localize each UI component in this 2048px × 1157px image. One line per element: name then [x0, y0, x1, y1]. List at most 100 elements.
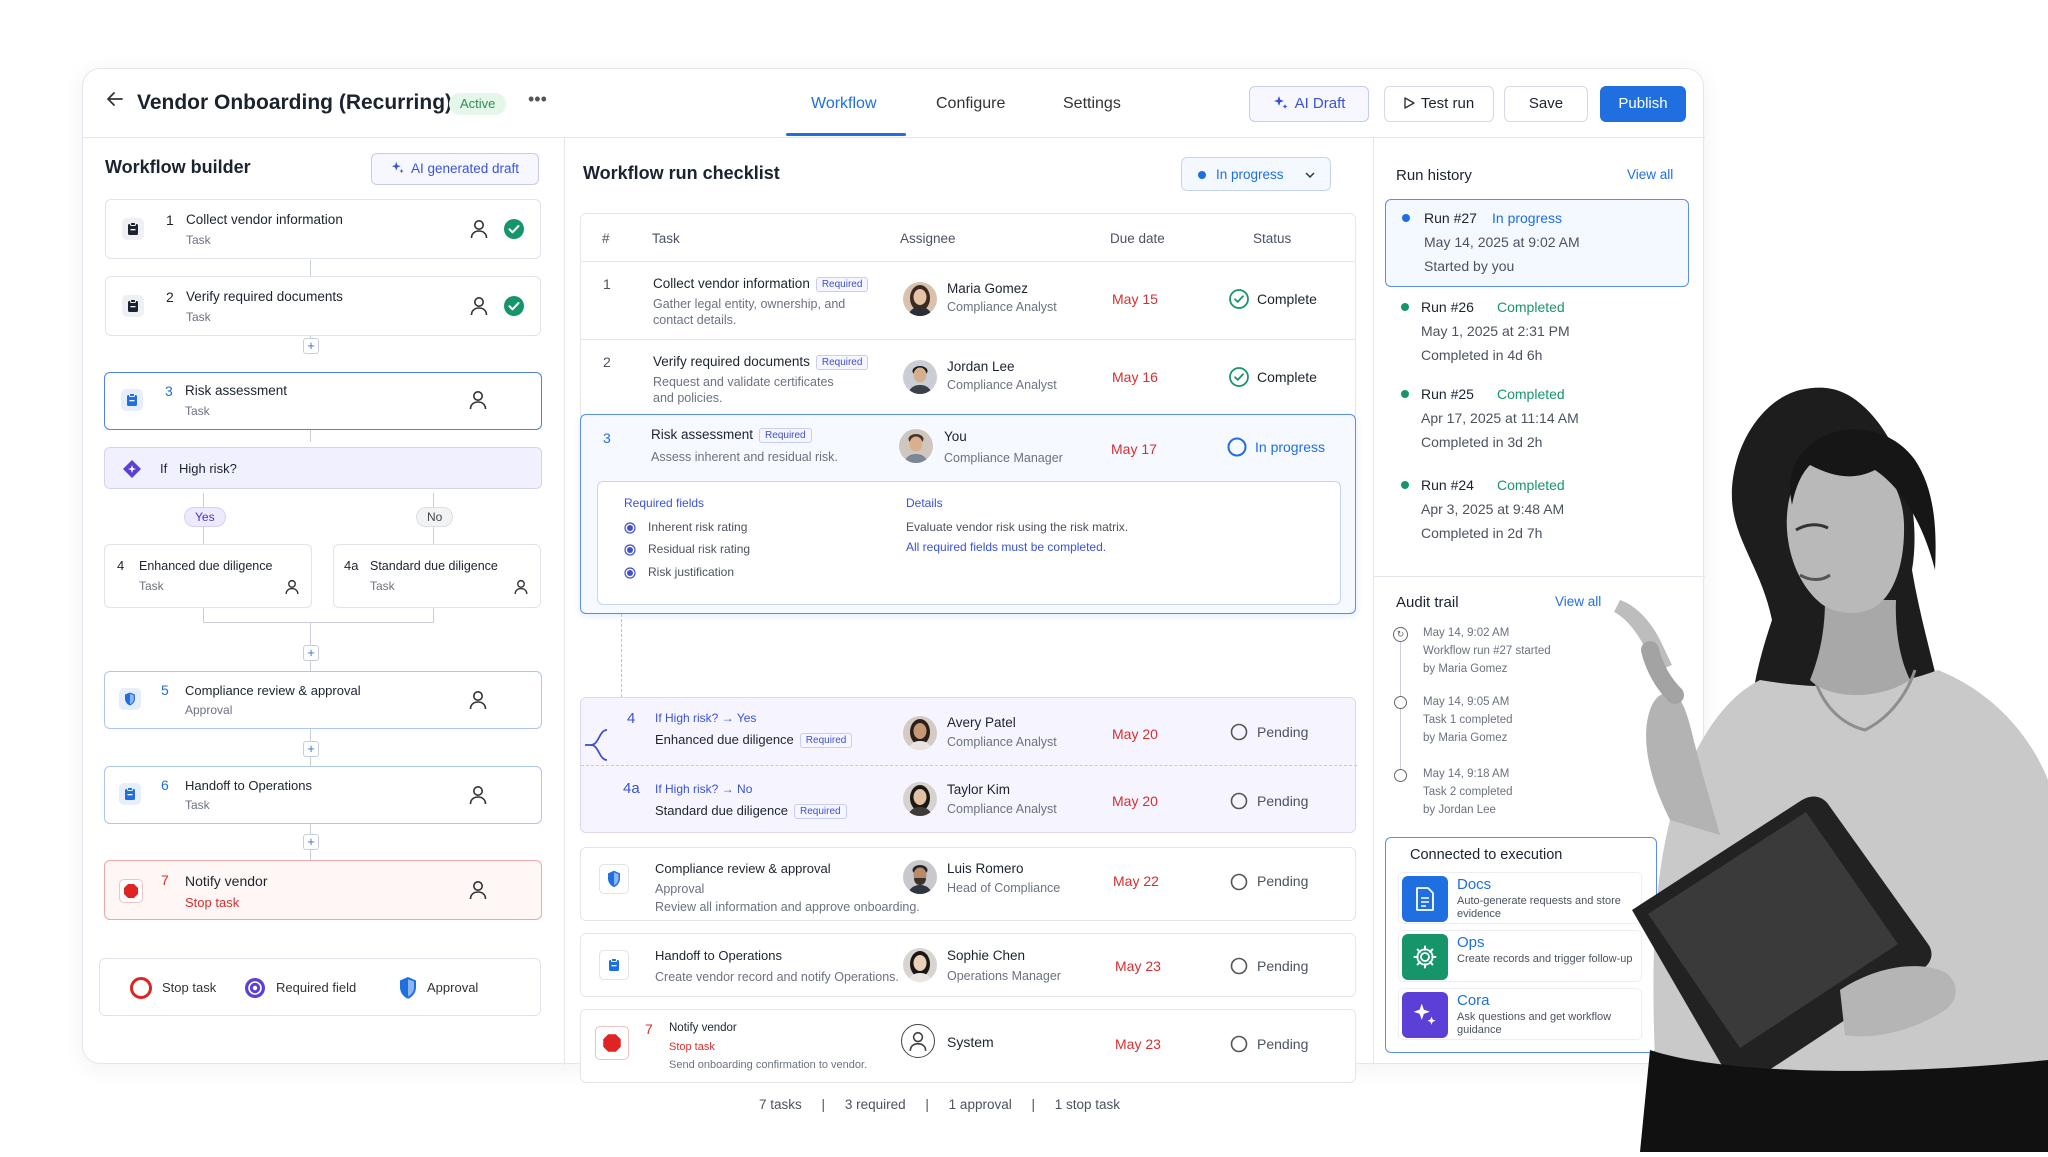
status-dot	[1401, 481, 1409, 489]
run-date: May 14, 2025 at 9:02 AM	[1424, 234, 1580, 250]
add-step-button[interactable]: +	[303, 338, 319, 354]
builder-node[interactable]: 5 Compliance review & approval Approval	[104, 671, 542, 729]
tab-configure[interactable]: Configure	[936, 95, 1005, 113]
row-task[interactable]: Enhanced due diligence Required	[655, 732, 853, 748]
status-select[interactable]: In progress	[1181, 157, 1331, 191]
execution-item-cora[interactable]: Cora Ask questions and get workflow guid…	[1398, 988, 1642, 1040]
separator: |	[1031, 1097, 1035, 1112]
run-status: Completed	[1497, 386, 1565, 402]
user-icon[interactable]	[514, 579, 528, 600]
arrow-left-icon[interactable]	[105, 89, 125, 115]
tab-settings[interactable]: Settings	[1063, 95, 1121, 113]
node-number: 5	[161, 682, 169, 698]
more-horizontal-icon[interactable]: •••	[528, 89, 547, 110]
ai-generated-draft-button[interactable]: AI generated draft	[371, 153, 539, 185]
assignee-name: You	[944, 429, 967, 444]
connector	[621, 614, 622, 697]
table-row[interactable]: 2 Verify required documents Required Requ…	[580, 340, 1356, 419]
legend-required-label: Required field	[276, 980, 357, 995]
builder-node[interactable]: 1 Collect vendor information Task	[105, 199, 541, 259]
status-dot	[1401, 390, 1409, 398]
shield-icon	[398, 976, 418, 1005]
column-header: Due date	[1110, 231, 1165, 246]
required-field-item[interactable]	[624, 566, 636, 584]
user-icon[interactable]	[470, 219, 488, 244]
task-icon	[121, 389, 143, 411]
builder-node[interactable]: 6 Handoff to Operations Task	[104, 766, 542, 824]
due-date: May 23	[1115, 1036, 1161, 1052]
status-dot	[1401, 303, 1409, 311]
builder-node[interactable]: 2 Verify required documents Task	[105, 276, 541, 336]
branch-value: Yes	[736, 711, 757, 725]
execution-item-ops[interactable]: Ops Create records and trigger follow-up	[1398, 930, 1642, 982]
assignee-name: Taylor Kim	[947, 782, 1011, 797]
check-circle-icon	[1229, 289, 1249, 314]
branch-value: No	[737, 782, 753, 796]
user-icon[interactable]	[469, 690, 487, 715]
condition-node[interactable]: If High risk?	[104, 447, 542, 489]
required-field-item[interactable]	[624, 543, 636, 561]
save-button[interactable]: Save	[1504, 86, 1588, 122]
status-text: Pending	[1257, 724, 1309, 740]
node-type: Stop task	[185, 895, 240, 910]
node-number: 6	[161, 777, 169, 793]
assignee-name: Avery Patel	[947, 715, 1016, 730]
builder-node[interactable]: 4a Standard due diligence Task	[333, 544, 541, 608]
column-header: Assignee	[900, 231, 956, 246]
assignee-role: Compliance Analyst	[947, 735, 1057, 749]
row-type: Approval	[655, 882, 705, 896]
diamond-icon	[122, 459, 142, 484]
node-label: Enhanced due diligence	[139, 559, 273, 573]
table-row-expanded[interactable]: 3 Risk assessment Required Assess inheren…	[580, 414, 1356, 614]
row-description: Create vendor record and notify Operatio…	[655, 970, 899, 984]
test-run-button[interactable]: Test run	[1384, 86, 1494, 122]
in-progress-circle-icon	[1227, 437, 1247, 462]
add-step-button[interactable]: +	[303, 645, 319, 661]
audit-time: May 14, 9:18 AM	[1423, 768, 1510, 780]
table-row[interactable]: Handoff to Operations Create vendor reco…	[580, 933, 1356, 997]
node-number: 7	[161, 872, 169, 888]
ai-draft-button[interactable]: AI Draft	[1249, 86, 1369, 122]
run-card-active[interactable]: Run #27 In progress May 14, 2025 at 9:02…	[1385, 199, 1689, 287]
user-icon[interactable]	[470, 296, 488, 321]
node-type: Task	[186, 233, 211, 247]
assignee-role: Compliance Manager	[944, 451, 1063, 465]
required-fields-title: Required fields	[624, 496, 705, 510]
active-tab-indicator	[786, 133, 906, 136]
tab-workflow[interactable]: Workflow	[811, 95, 877, 113]
sparkle-icon	[391, 156, 405, 186]
row-task[interactable]: Standard due diligence Required	[655, 803, 847, 819]
check-circle-icon	[1229, 367, 1249, 392]
timeline-dot	[1394, 769, 1407, 782]
user-icon[interactable]	[469, 785, 487, 810]
separator: |	[925, 1097, 929, 1112]
run-history-view-all-link[interactable]: View all	[1627, 167, 1673, 182]
user-icon[interactable]	[285, 579, 299, 600]
table-row[interactable]: 7 Notify vendor Stop task Send onboardin…	[580, 1009, 1356, 1083]
add-step-button[interactable]: +	[303, 741, 319, 757]
row-number: 1	[603, 276, 611, 292]
builder-node[interactable]: 4 Enhanced due diligence Task	[104, 544, 312, 608]
execution-item-docs[interactable]: Docs Auto-generate requests and store ev…	[1398, 872, 1642, 924]
row-number: 4a	[623, 780, 640, 797]
stop-icon	[119, 879, 143, 903]
user-icon[interactable]	[469, 880, 487, 905]
user-icon[interactable]	[469, 390, 487, 415]
column-header: Status	[1253, 231, 1292, 246]
publish-button[interactable]: Publish	[1600, 86, 1686, 122]
add-step-button[interactable]: +	[303, 834, 319, 850]
status-text: Pending	[1257, 793, 1309, 809]
row-task-label: Enhanced due diligence	[655, 732, 794, 747]
audit-view-all-link[interactable]: View all	[1555, 594, 1601, 609]
builder-node[interactable]: 7 Notify vendor Stop task	[104, 860, 542, 920]
table-row[interactable]: Compliance review & approval Approval Re…	[580, 847, 1356, 921]
pending-circle-icon	[1229, 791, 1249, 816]
table-row[interactable]: 1 Collect vendor information Required Gat…	[580, 261, 1356, 340]
row-task-label: Compliance review & approval	[655, 861, 831, 876]
audit-by: by Jordan Lee	[1423, 804, 1496, 816]
node-label: Risk assessment	[185, 383, 288, 398]
page-title: Vendor Onboarding (Recurring)	[137, 91, 453, 114]
builder-node[interactable]: 3 Risk assessment Task	[104, 372, 542, 430]
required-field-item[interactable]	[624, 521, 636, 539]
chevron-down-icon	[1304, 168, 1316, 186]
